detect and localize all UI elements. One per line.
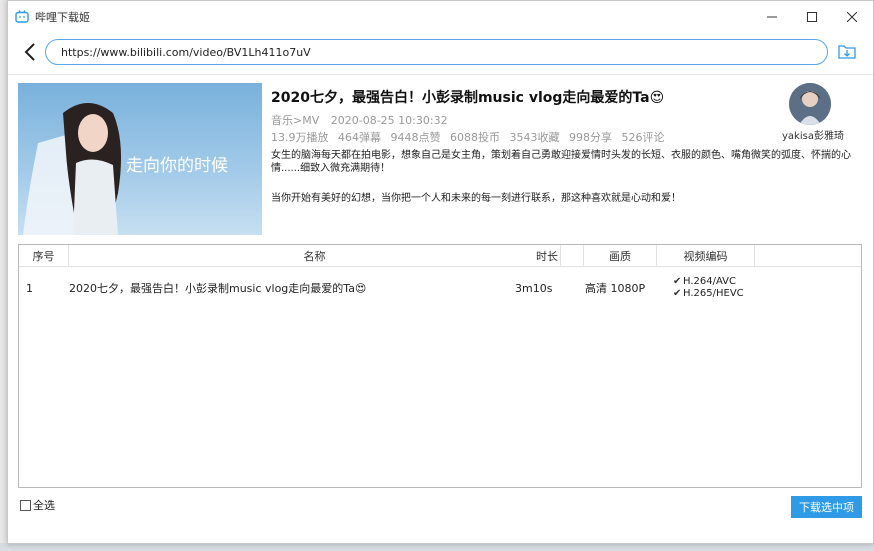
video-description-paragraph-2: 当你开始有美好的幻想，当你把一个人和未来的每一刻进行联系，那这种喜欢就是心动和爱… <box>271 193 681 204</box>
maximize-icon <box>807 12 817 22</box>
minimize-button[interactable] <box>752 5 792 29</box>
minimize-icon <box>767 16 777 18</box>
download-selected-button[interactable]: 下载选中项 <box>791 496 862 518</box>
bilibili-tv-icon <box>15 10 29 23</box>
column-header-duration[interactable]: 时长 <box>511 245 584 267</box>
header-divider <box>8 74 873 75</box>
thumbnail-caption: 走向你的时候 <box>126 156 228 176</box>
video-title: 2020七夕，最强告白！小彭录制music vlog走向最爱的Ta😍 <box>271 90 665 106</box>
table-row[interactable]: 1 2020七夕，最强告白！小彭录制music vlog走向最爱的Ta😍 3m1… <box>19 271 861 305</box>
row-duration: 3m10s <box>515 281 553 295</box>
column-header-index[interactable]: 序号 <box>19 245 69 267</box>
download-manager-button[interactable] <box>837 41 857 61</box>
codec-label-h265: H.265/HEVC <box>683 288 744 299</box>
avatar[interactable] <box>789 83 831 125</box>
checkmark-icon: ✔ <box>673 276 682 287</box>
stat-shares: 998分享 <box>569 131 612 144</box>
stat-views: 13.9万播放 <box>271 131 329 144</box>
video-stats: 13.9万播放 464弹幕 9448点赞 6088投币 3543收藏 998分享… <box>271 129 671 145</box>
background-app-bottom <box>0 543 874 551</box>
stat-favorites: 3543收藏 <box>509 131 560 144</box>
stat-likes: 9448点赞 <box>390 131 441 144</box>
uploader-name[interactable]: yakisa彭雅琦 <box>773 127 853 142</box>
maximize-button[interactable] <box>792 5 832 29</box>
url-input[interactable]: https://www.bilibili.com/video/BV1Lh411o… <box>45 39 828 65</box>
close-button[interactable] <box>832 5 872 29</box>
back-button[interactable] <box>20 41 40 63</box>
window-title: 哔哩下载姬 <box>35 11 90 24</box>
video-list-table: 序号 名称 时长 画质 视频编码 1 2020七夕，最强告白！小彭录制music… <box>18 244 862 488</box>
row-quality: 高清 1080P <box>585 282 646 295</box>
video-date: 2020-08-25 10:30:32 <box>330 114 448 127</box>
video-meta: 音乐>MV 2020-08-25 10:30:32 <box>271 112 456 128</box>
chevron-left-icon <box>24 43 35 61</box>
thumbnail-image: 走向你的时候 <box>18 83 262 235</box>
codec-option-h265[interactable]: ✔ H.265/HEVC <box>673 288 744 300</box>
checkmark-icon: ✔ <box>673 288 682 299</box>
video-thumbnail: 走向你的时候 <box>18 83 262 235</box>
download-folder-icon <box>838 45 856 59</box>
row-index: 1 <box>26 281 33 295</box>
row-codec-options: ✔ H.264/AVC ✔ H.265/HEVC <box>673 271 763 305</box>
video-description-paragraph-1: 女生的脑海每天都在拍电影，想象自己是女主角，策划着自己勇敢迎接爱情时头发的长短、… <box>271 150 851 174</box>
column-header-quality[interactable]: 画质 <box>584 245 657 267</box>
video-category: 音乐>MV <box>271 114 320 127</box>
app-window: 哔哩下载姬 https://www.bilibili.com/video/BV1… <box>7 0 874 544</box>
column-header-codec[interactable]: 视频编码 <box>657 245 755 267</box>
column-header-name[interactable]: 名称 <box>69 245 561 267</box>
stat-comments: 526评论 <box>621 131 665 144</box>
codec-option-h264[interactable]: ✔ H.264/AVC <box>673 276 736 288</box>
checkbox-box[interactable] <box>20 499 31 511</box>
select-all-label: 全选 <box>33 499 55 512</box>
codec-label-h264: H.264/AVC <box>683 276 737 287</box>
stat-danmaku: 464弹幕 <box>338 131 381 144</box>
uploader-avatar-image <box>789 83 831 125</box>
title-bar: 哔哩下载姬 <box>8 1 873 33</box>
stat-coins: 6088投币 <box>450 131 500 144</box>
close-icon <box>847 12 857 22</box>
row-name: 2020七夕，最强告白！小彭录制music vlog走向最爱的Ta😍 <box>69 282 367 295</box>
select-all-checkbox[interactable]: 全选 <box>20 497 55 513</box>
table-header: 序号 名称 时长 画质 视频编码 <box>19 245 861 267</box>
